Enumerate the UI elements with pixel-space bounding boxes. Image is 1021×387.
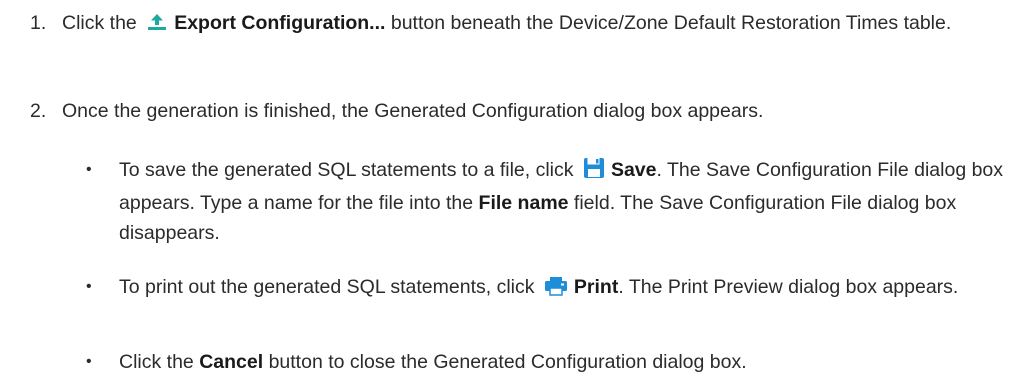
save-floppy-icon xyxy=(583,157,605,188)
bullet-save: • To save the generated SQL statements t… xyxy=(0,155,1015,248)
step-1: 1. Click the Export Configuration... but… xyxy=(0,8,1010,41)
bullet-marker: • xyxy=(86,353,92,370)
step-number: 1. xyxy=(30,12,47,34)
step-text: Click the Export Configuration... button… xyxy=(62,8,1010,41)
save-button-label: Save xyxy=(610,159,657,181)
bullet-text: Click the Cancel button to close the Gen… xyxy=(119,351,747,373)
bullet-text: To print out the generated SQL statement… xyxy=(119,272,1015,305)
print-button-label: Print xyxy=(573,276,619,298)
instructions-document: 1. Click the Export Configuration... but… xyxy=(0,0,1021,387)
bullet-print: • To print out the generated SQL stateme… xyxy=(0,272,1015,305)
bullet-text: To save the generated SQL statements to … xyxy=(119,157,1004,244)
print-icon xyxy=(544,275,568,305)
bullet-marker: • xyxy=(86,161,92,178)
bullet-marker: • xyxy=(86,278,92,295)
export-configuration-button-label: Export Configuration... xyxy=(174,12,386,34)
file-name-field-label: File name xyxy=(478,192,569,214)
export-upload-icon xyxy=(146,11,168,41)
bullet-cancel: • Click the Cancel button to close the G… xyxy=(0,347,1015,377)
cancel-button-label: Cancel xyxy=(199,351,264,373)
step-number: 2. xyxy=(30,100,47,122)
step-text: Once the generation is finished, the Gen… xyxy=(62,100,764,122)
step-2: 2. Once the generation is finished, the … xyxy=(0,96,1010,126)
